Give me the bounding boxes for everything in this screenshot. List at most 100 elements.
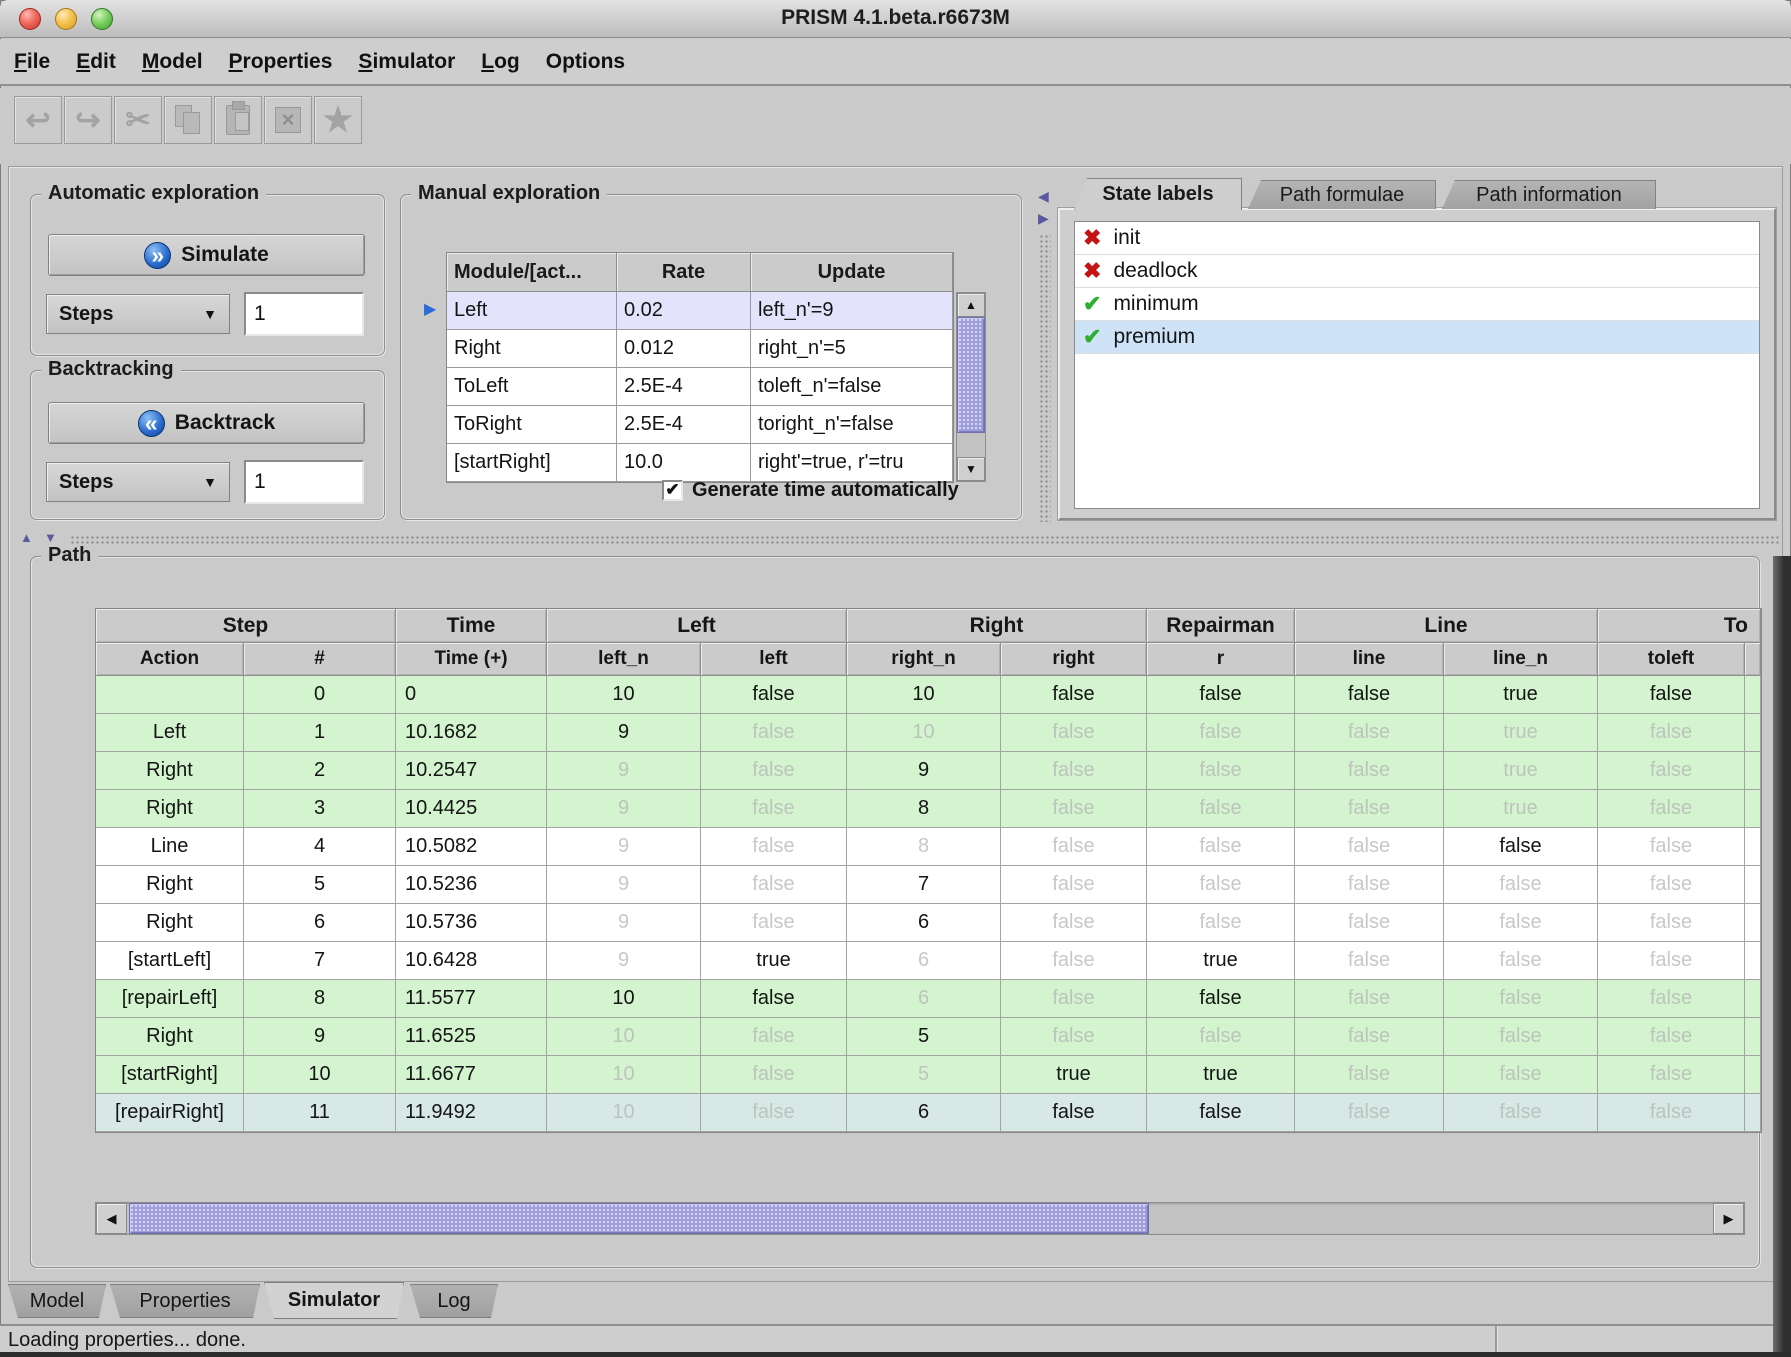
path-column-header[interactable]: right_n [847,643,1001,676]
manual-transition-row[interactable]: Left0.02left_n'=9 [447,292,953,330]
path-cell: false [1001,676,1147,714]
panel-splitter-vertical[interactable]: ◀ ▶ [1036,176,1054,522]
path-row[interactable]: Right510.52369false7falsefalsefalsefalse… [96,866,1761,904]
cut-button[interactable]: ✂ [114,96,162,144]
path-column-header[interactable]: Action [96,643,244,676]
path-cell: false [701,752,847,790]
delete-button[interactable]: × [264,96,312,144]
tab-path-information[interactable]: Path information [1442,180,1656,209]
manual-scrollbar-thumb[interactable] [957,317,985,433]
tab-log[interactable]: Log [410,1284,498,1318]
menu-simulator[interactable]: Simulator [358,50,455,74]
path-row[interactable]: Right911.652510false5falsefalsefalsefals… [96,1018,1761,1056]
scroll-up-button[interactable]: ▲ [957,293,985,317]
scroll-right-button[interactable]: ▶ [1713,1203,1744,1234]
path-row[interactable]: [repairLeft]811.557710false6falsefalsefa… [96,980,1761,1018]
menu-edit[interactable]: Edit [76,50,116,74]
state-label-item[interactable]: ✖deadlock [1075,255,1759,288]
path-cell: 9 [547,942,701,980]
manual-cell-rate: 2.5E-4 [617,368,751,406]
manual-transition-row[interactable]: ToRight2.5E-4toright_n'=false [447,406,953,444]
path-cell: false [1001,714,1147,752]
paste-button[interactable] [214,96,262,144]
collapse-right-icon[interactable]: ▶ [1038,210,1049,227]
path-column-header[interactable]: line_n [1444,643,1598,676]
delete-icon: × [275,107,301,133]
path-cell: [repairLeft] [96,980,244,1018]
tab-state-labels[interactable]: State labels [1074,178,1242,210]
menu-properties[interactable]: Properties [229,50,333,74]
path-row[interactable]: 0010false10falsefalsefalsetruefalse [96,676,1761,714]
redo-button[interactable]: ↪ [64,96,112,144]
menu-file[interactable]: File [14,50,50,74]
path-row[interactable]: [repairRight]1111.949210false6falsefalse… [96,1094,1761,1132]
tab-model[interactable]: Model [8,1284,106,1318]
simulate-steps-input[interactable] [244,292,364,336]
scroll-left-button[interactable]: ◀ [96,1203,127,1234]
menu-log[interactable]: Log [481,50,519,74]
tab-path-formulae[interactable]: Path formulae [1248,180,1436,209]
manual-col-module[interactable]: Module/[act... [447,253,617,292]
simulate-button[interactable]: » Simulate [48,234,365,276]
path-cell: 1 [244,714,396,752]
path-cell: false [1295,828,1444,866]
backtrack-steps-input[interactable] [244,460,364,504]
status-bar: Loading properties... done. [0,1324,1791,1352]
path-column-header[interactable]: # [244,643,396,676]
path-scrollbar-thumb[interactable] [129,1203,1149,1234]
path-row[interactable]: Right310.44259false8falsefalsefalsetruef… [96,790,1761,828]
path-cell: false [1001,942,1147,980]
copy-button[interactable] [164,96,212,144]
backtrack-button[interactable]: « Backtrack [48,402,365,444]
path-column-header[interactable]: Time (+) [396,643,547,676]
path-cell-clipped [1745,942,1761,980]
undo-button[interactable]: ↩ [14,96,62,144]
path-hscrollbar[interactable]: ◀ ▶ [95,1202,1745,1235]
path-column-header[interactable]: toleft [1598,643,1745,676]
path-column-header[interactable] [1745,643,1761,676]
path-cell: 6 [847,904,1001,942]
menu-options[interactable]: Options [546,50,625,74]
manual-col-update[interactable]: Update [751,253,953,292]
path-column-header[interactable]: left [701,643,847,676]
scroll-down-button[interactable]: ▼ [957,457,985,481]
path-column-header[interactable]: line [1295,643,1444,676]
path-row[interactable]: Left110.16829false10falsefalsefalsetruef… [96,714,1761,752]
path-row[interactable]: [startRight]1011.667710false5truetruefal… [96,1056,1761,1094]
collapse-left-icon[interactable]: ◀ [1038,188,1049,205]
manual-transition-row[interactable]: Right0.012right_n'=5 [447,330,953,368]
path-cell: false [1444,980,1598,1018]
manual-table-scrollbar[interactable]: ▲ ▼ [956,292,986,482]
manual-transition-row[interactable]: [startRight]10.0right'=true, r'=tru [447,444,953,482]
backtrack-steps-select[interactable]: Steps ▼ [46,462,230,502]
path-column-header[interactable]: left_n [547,643,701,676]
state-label-item[interactable]: ✖init [1075,222,1759,255]
path-cell: false [1001,904,1147,942]
simulate-steps-select[interactable]: Steps ▼ [46,294,230,334]
path-cell: false [1147,714,1295,752]
generate-time-checkbox[interactable]: ✔ [662,480,683,501]
manual-col-rate[interactable]: Rate [617,253,751,292]
manual-cell-module: ToLeft [447,368,617,406]
path-row[interactable]: Right210.25479false9falsefalsefalsetruef… [96,752,1761,790]
path-cell: false [1001,752,1147,790]
path-row[interactable]: Right610.57369false6falsefalsefalsefalse… [96,904,1761,942]
collapse-down-icon[interactable]: ▼ [44,530,57,545]
state-label-item[interactable]: ✔premium [1075,321,1759,354]
state-label-item[interactable]: ✔minimum [1075,288,1759,321]
path-row[interactable]: [startLeft]710.64289true6falsetruefalsef… [96,942,1761,980]
path-column-header[interactable]: r [1147,643,1295,676]
tab-simulator[interactable]: Simulator [264,1282,404,1319]
favorite-button[interactable]: ★ [314,96,362,144]
path-column-header[interactable]: right [1001,643,1147,676]
manual-transition-row[interactable]: ToLeft2.5E-4toleft_n'=false [447,368,953,406]
path-row[interactable]: Line410.50829false8falsefalsefalsefalsef… [96,828,1761,866]
collapse-up-icon[interactable]: ▲ [20,530,33,545]
panel-splitter-horizontal[interactable]: ▲ ▼ [8,528,1783,550]
menu-model[interactable]: Model [142,50,203,74]
path-cell: true [1444,752,1598,790]
path-cell: true [1001,1056,1147,1094]
path-cell: false [1444,866,1598,904]
path-cell: 6 [847,942,1001,980]
tab-properties[interactable]: Properties [110,1284,260,1318]
